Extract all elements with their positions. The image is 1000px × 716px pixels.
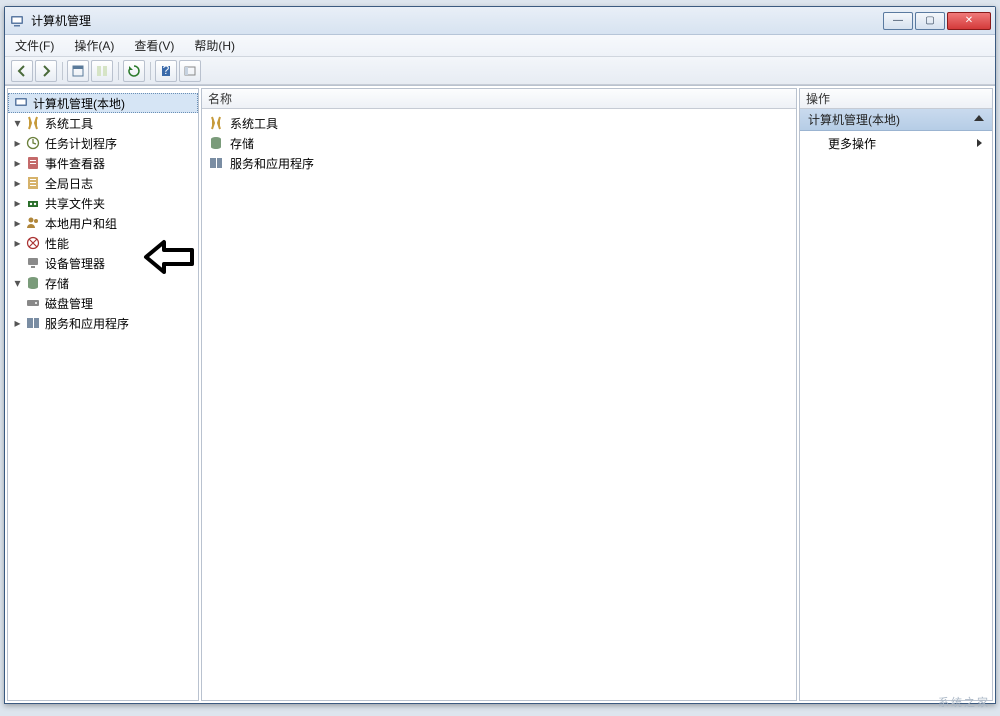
list-label: 系统工具 [230, 115, 278, 132]
app-icon [9, 13, 25, 29]
separator [149, 60, 151, 82]
tree-label: 本地用户和组 [45, 215, 117, 232]
app-window: 计算机管理 — ▢ ✕ 文件(F) 操作(A) 查看(V) 帮助(H) ? [4, 6, 996, 704]
minimize-button[interactable]: — [883, 12, 913, 30]
event-icon [25, 155, 41, 171]
expand-icon[interactable]: ▸ [12, 318, 23, 329]
back-button[interactable] [11, 60, 33, 82]
tree-systools[interactable]: ▾ 系统工具 [8, 113, 198, 133]
menu-view[interactable]: 查看(V) [130, 35, 178, 56]
menu-file[interactable]: 文件(F) [11, 35, 58, 56]
share-icon [25, 195, 41, 211]
tree-label: 服务和应用程序 [45, 315, 129, 332]
tree-label: 事件查看器 [45, 155, 105, 172]
tree-label: 任务计划程序 [45, 135, 117, 152]
tree-root[interactable]: 计算机管理(本地) [8, 93, 198, 113]
tree-label: 共享文件夹 [45, 195, 105, 212]
body: 计算机管理(本地) ▾ 系统工具 ▸ 任务计划程序 ▸ 事件查看器 [5, 85, 995, 703]
menubar: 文件(F) 操作(A) 查看(V) 帮助(H) [5, 35, 995, 57]
list-item[interactable]: 服务和应用程序 [202, 153, 796, 173]
tree-services-apps[interactable]: ▸ 服务和应用程序 [8, 313, 198, 333]
tree-disk-management[interactable]: 磁盘管理 [8, 293, 198, 313]
window-title: 计算机管理 [31, 12, 91, 29]
services-icon [25, 315, 41, 331]
chevron-right-icon [977, 139, 982, 147]
expand-icon[interactable]: ▸ [12, 198, 23, 209]
help-button[interactable]: ? [155, 60, 177, 82]
list-label: 服务和应用程序 [230, 155, 314, 172]
forward-button[interactable] [35, 60, 57, 82]
actions-panel: 操作 计算机管理(本地) 更多操作 [799, 88, 993, 701]
separator [117, 60, 119, 82]
tree-local-users[interactable]: ▸ 本地用户和组 [8, 213, 198, 233]
annotation-arrow [142, 236, 198, 281]
log-icon [25, 175, 41, 191]
nav-tree[interactable]: 计算机管理(本地) ▾ 系统工具 ▸ 任务计划程序 ▸ 事件查看器 [8, 89, 198, 700]
tree-label: 设备管理器 [45, 255, 105, 272]
tools-icon [25, 115, 41, 131]
tree-label: 存储 [45, 275, 69, 292]
tree-shared-folders[interactable]: ▸ 共享文件夹 [8, 193, 198, 213]
column-header-name[interactable]: 名称 [202, 89, 796, 109]
tree-event-viewer[interactable]: ▸ 事件查看器 [8, 153, 198, 173]
content-list[interactable]: 系统工具 存储 服务和应用程序 [202, 109, 796, 700]
expand-icon[interactable]: ▸ [12, 218, 23, 229]
tree-label: 磁盘管理 [45, 295, 93, 312]
actions-heading[interactable]: 计算机管理(本地) [800, 109, 992, 131]
menu-action[interactable]: 操作(A) [70, 35, 118, 56]
list-item[interactable]: 系统工具 [202, 113, 796, 133]
tree-task-scheduler[interactable]: ▸ 任务计划程序 [8, 133, 198, 153]
maximize-button[interactable]: ▢ [915, 12, 945, 30]
action-label: 更多操作 [828, 135, 876, 152]
tree-label: 全局日志 [45, 175, 93, 192]
separator [61, 60, 63, 82]
tree-label: 系统工具 [45, 115, 93, 132]
expand-icon[interactable]: ▸ [12, 238, 23, 249]
computer-icon [13, 95, 29, 111]
svg-text:?: ? [163, 64, 170, 77]
list-item[interactable]: 存储 [202, 133, 796, 153]
expand-icon[interactable]: ▸ [12, 158, 23, 169]
services-icon [208, 155, 224, 171]
refresh-button[interactable] [123, 60, 145, 82]
tree-label: 性能 [45, 235, 69, 252]
tree-global-log[interactable]: ▸ 全局日志 [8, 173, 198, 193]
device-icon [25, 255, 41, 271]
performance-icon [25, 235, 41, 251]
expand-icon[interactable]: ▸ [12, 138, 23, 149]
actions-heading-label: 计算机管理(本地) [808, 111, 900, 128]
collapse-icon [974, 115, 984, 121]
properties-button[interactable] [91, 60, 113, 82]
window-controls: — ▢ ✕ [883, 12, 991, 30]
close-button[interactable]: ✕ [947, 12, 991, 30]
actions-body: 计算机管理(本地) 更多操作 [800, 109, 992, 700]
expand-icon[interactable]: ▸ [12, 178, 23, 189]
clock-icon [25, 135, 41, 151]
collapse-icon[interactable]: ▾ [12, 118, 23, 129]
users-icon [25, 215, 41, 231]
actions-header: 操作 [800, 89, 992, 109]
storage-icon [25, 275, 41, 291]
storage-icon [208, 135, 224, 151]
titlebar[interactable]: 计算机管理 — ▢ ✕ [5, 7, 995, 35]
content-panel: 名称 系统工具 存储 服务和应用程序 [201, 88, 797, 701]
collapse-icon[interactable]: ▾ [12, 278, 23, 289]
watermark: 系统之家 [938, 694, 990, 710]
up-button[interactable] [67, 60, 89, 82]
show-hide-button[interactable] [179, 60, 201, 82]
action-more[interactable]: 更多操作 [800, 131, 992, 155]
tools-icon [208, 115, 224, 131]
disk-icon [25, 295, 41, 311]
tree-panel: 计算机管理(本地) ▾ 系统工具 ▸ 任务计划程序 ▸ 事件查看器 [7, 88, 199, 701]
menu-help[interactable]: 帮助(H) [190, 35, 239, 56]
list-label: 存储 [230, 135, 254, 152]
tree-label: 计算机管理(本地) [33, 95, 125, 112]
toolbar: ? [5, 57, 995, 85]
